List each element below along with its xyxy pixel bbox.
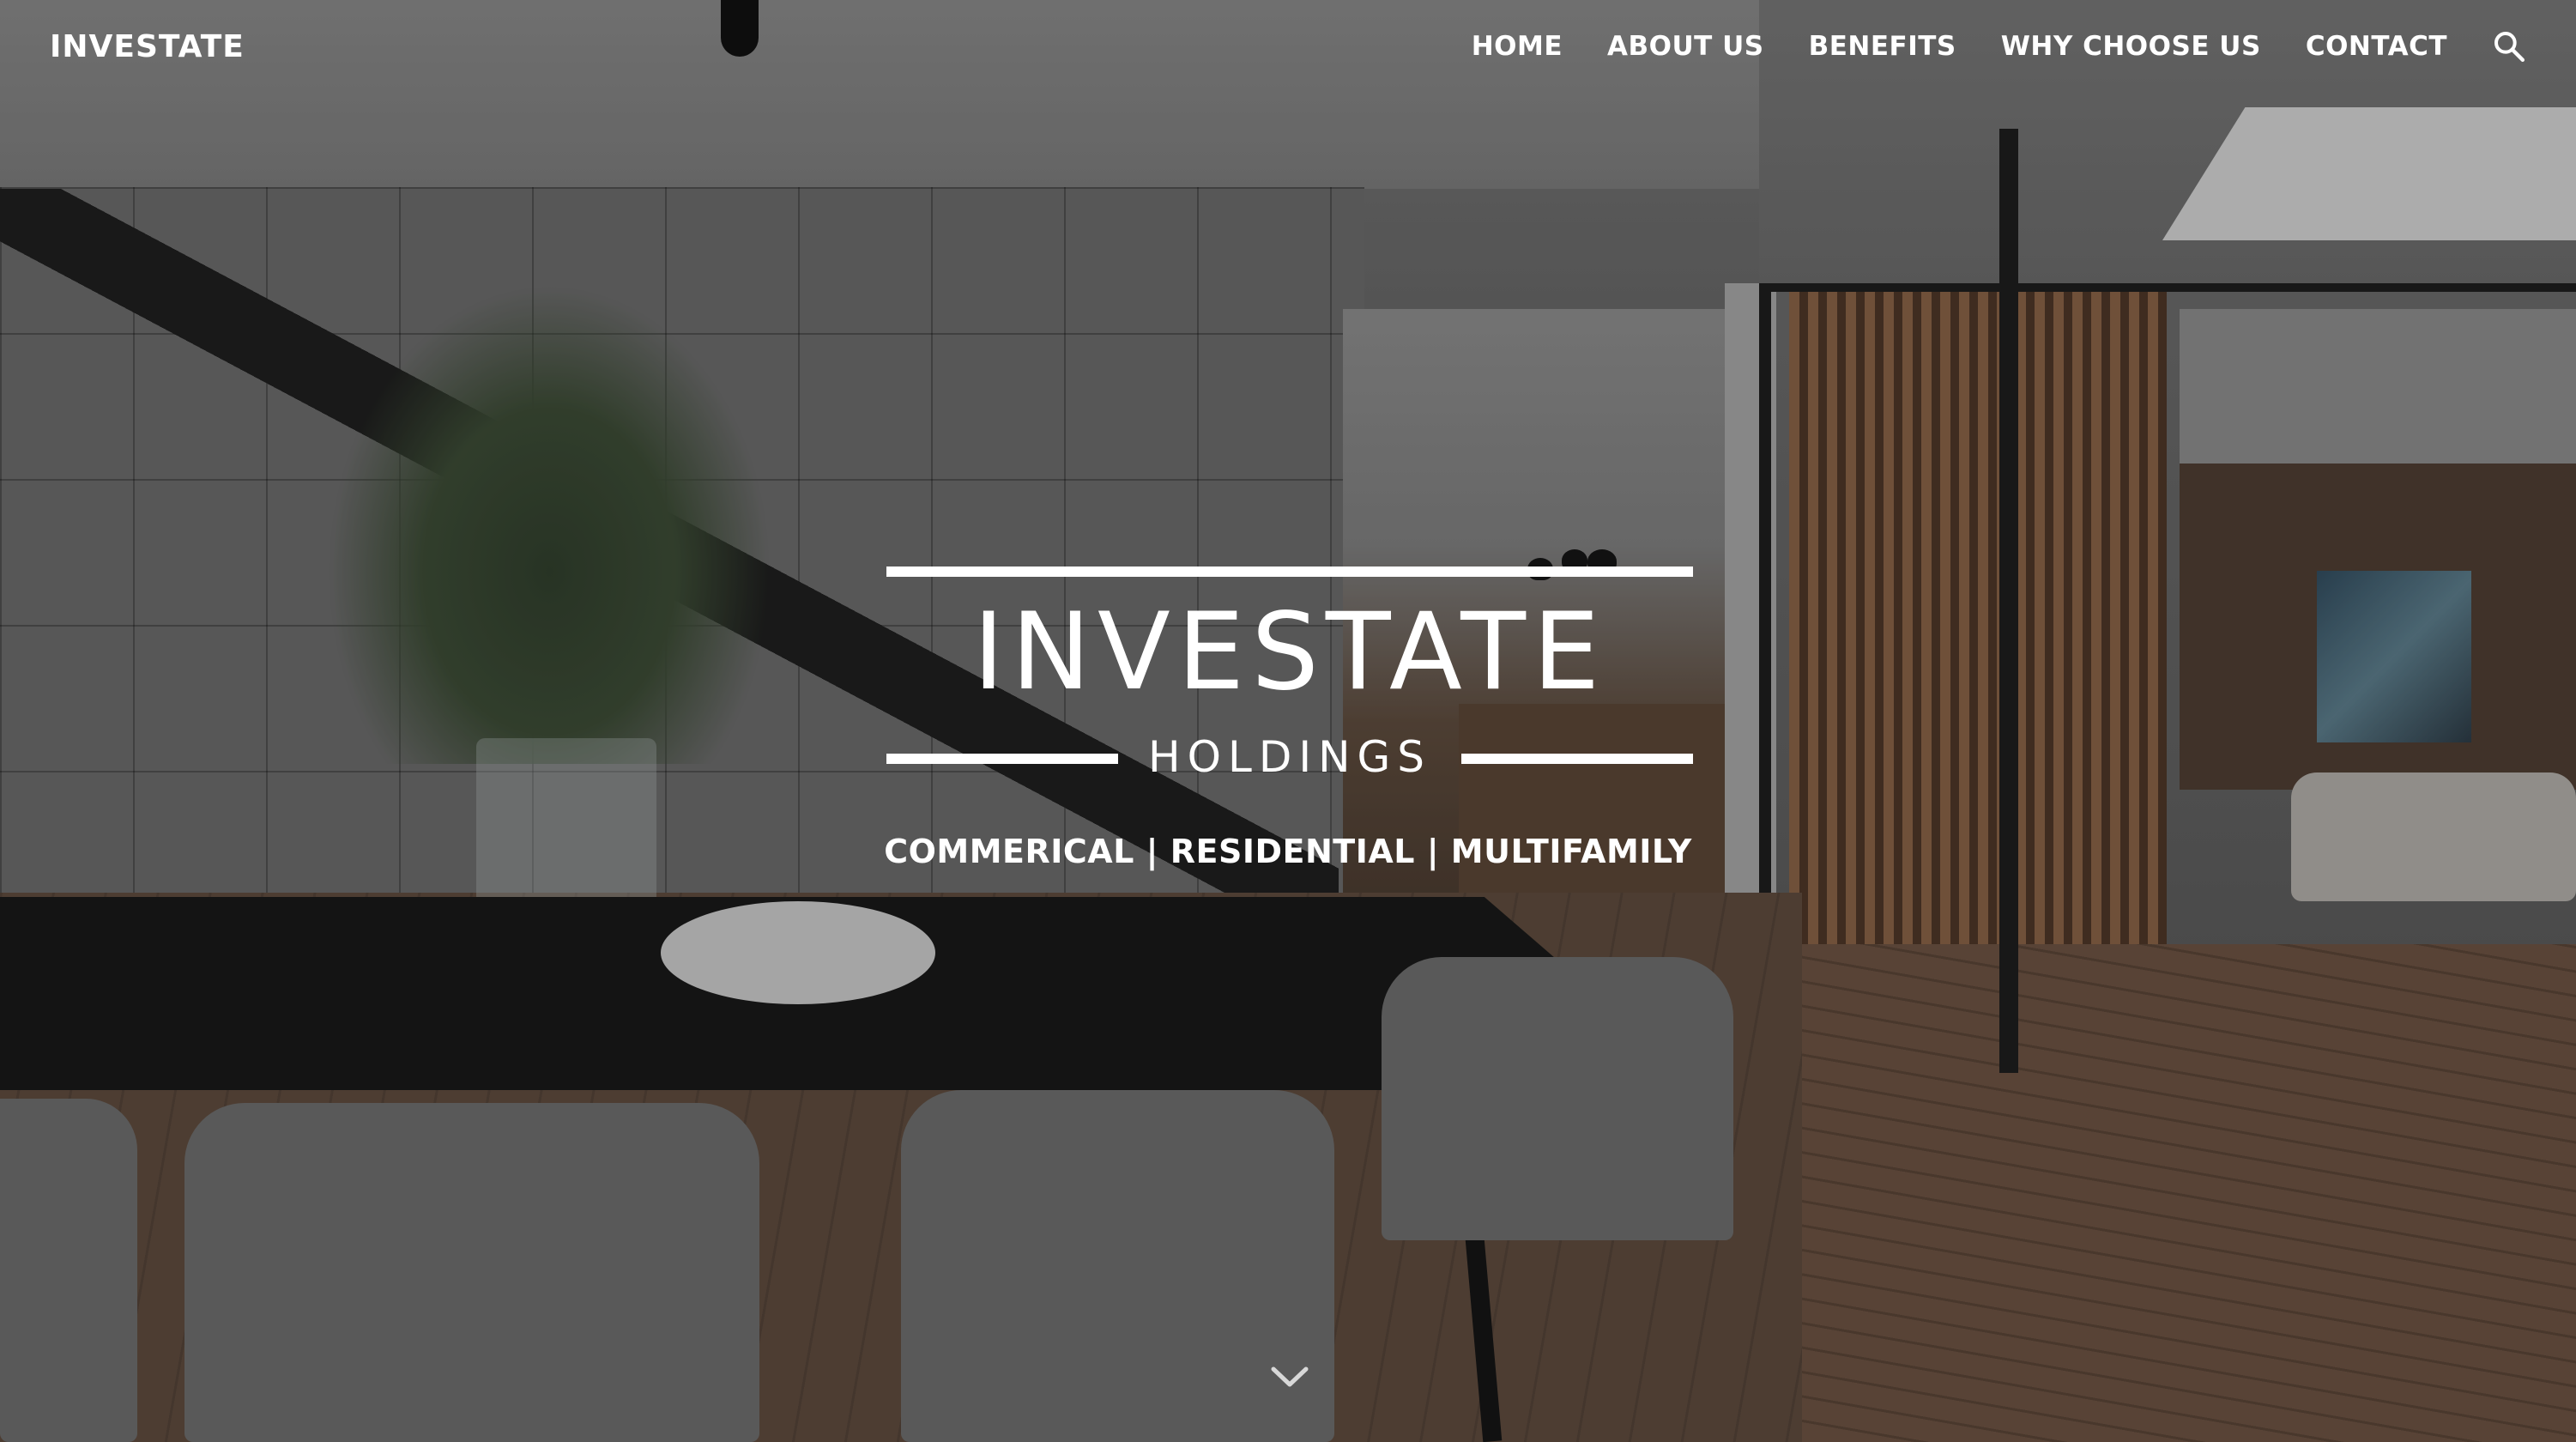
main-nav: HOME ABOUT US BENEFITS WHY CHOOSE US CON… bbox=[1427, 29, 2526, 64]
site-header: INVESTATE HOME ABOUT US BENEFITS WHY CHO… bbox=[0, 0, 2576, 93]
hero-section: INVESTATE HOME ABOUT US BENEFITS WHY CHO… bbox=[0, 0, 2576, 1442]
nav-item-why-choose-us[interactable]: WHY CHOOSE US bbox=[2001, 31, 2261, 62]
logo-rule-left bbox=[886, 754, 1118, 764]
nav-item-benefits[interactable]: BENEFITS bbox=[1809, 31, 1956, 62]
logo-rule-top bbox=[886, 566, 1693, 577]
search-button[interactable] bbox=[2492, 29, 2526, 64]
chevron-down-icon bbox=[1271, 1366, 1309, 1387]
hero-tagline: COMMERICAL | RESIDENTIAL | MULTIFAMILY bbox=[884, 833, 1692, 870]
site-title-link[interactable]: INVESTATE bbox=[50, 29, 245, 64]
nav-item-home[interactable]: HOME bbox=[1472, 31, 1563, 62]
logo-rule-right bbox=[1461, 754, 1693, 764]
hero-logo: INVESTATE HOLDINGS bbox=[886, 566, 1693, 782]
logo-subtitle: HOLDINGS bbox=[1148, 732, 1431, 782]
search-icon bbox=[2494, 32, 2525, 63]
nav-item-contact[interactable]: CONTACT bbox=[2306, 31, 2447, 62]
nav-item-about-us[interactable]: ABOUT US bbox=[1607, 31, 1764, 62]
scroll-down-button[interactable] bbox=[1268, 1360, 1311, 1395]
logo-title: INVESTATE bbox=[972, 591, 1607, 714]
